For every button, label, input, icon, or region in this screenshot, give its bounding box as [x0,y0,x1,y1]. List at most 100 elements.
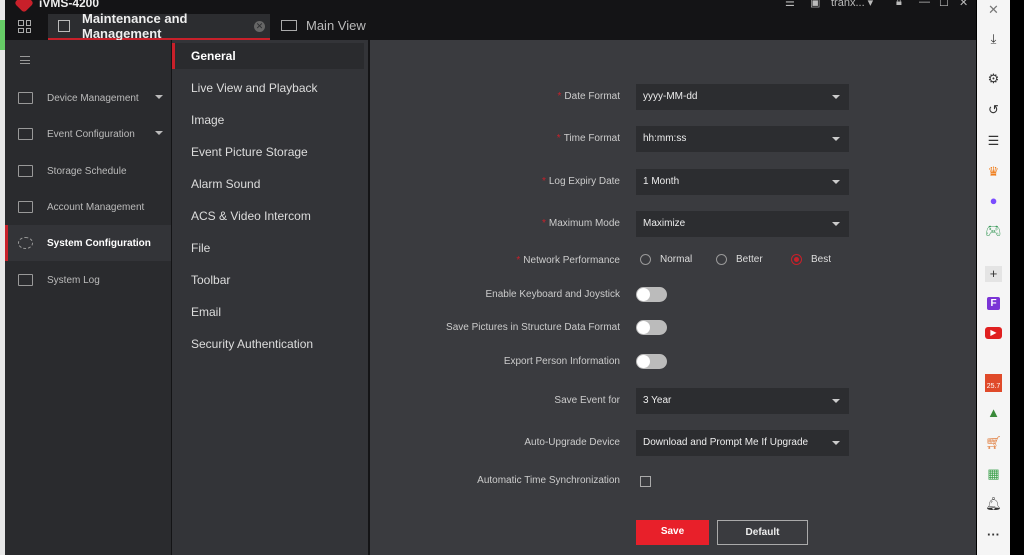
sidebar-item-storage-schedule[interactable]: Storage Schedule [5,153,171,189]
messenger-icon[interactable]: ● [985,193,1002,209]
submenu-item-toolbar[interactable]: Toolbar [172,267,364,293]
sale-icon[interactable]: 25.7 [985,374,1002,392]
list-icon[interactable]: ☰ [985,133,1002,149]
auto-upgrade-row: Auto-Upgrade Device Download and Prompt M… [370,430,976,456]
time-format-row: * Time Format hh:mm:ss [370,126,976,152]
app-window: iVMS-4200 ☰ ▣ tranx... ▾ 🔒︎ — ☐ ✕ Mainte… [5,0,976,555]
log-icon [18,274,33,286]
grid-menu-icon[interactable] [18,20,31,33]
time-sync-row: Automatic Time Synchronization [370,468,976,494]
submenu-item-general[interactable]: General [172,43,364,69]
sidebar-item-system-log[interactable]: System Log [5,262,171,298]
field-label: * Date Format [557,91,620,102]
main-view-icon [281,20,297,31]
menu-list-icon[interactable]: ☰ [785,0,795,9]
field-label: Auto-Upgrade Device [524,437,620,448]
cart-icon[interactable]: 🛒︎ [985,435,1002,451]
submenu-item-event-picture-storage[interactable]: Event Picture Storage [172,139,364,165]
field-label: * Time Format [556,133,620,144]
browser-edge-bar: ✕ ⤓ ⚙ ↺ ☰ ♛ ● 🎮︎ + F ▶ 25.7 ▲ 🛒︎ ▦ 🔔︎ ··… [977,0,1010,555]
f-icon[interactable]: F [987,297,1000,310]
sidebar-item-event-configuration[interactable]: Event Configuration [5,116,171,152]
download-icon[interactable]: ⤓ [985,31,1002,47]
field-label: Enable Keyboard and Joystick [485,289,620,300]
time-format-select[interactable]: hh:mm:ss [636,126,849,152]
sidebar-item-system-configuration[interactable]: System Configuration [5,225,171,261]
youtube-icon[interactable]: ▶ [985,327,1002,339]
sidebar-item-device-management[interactable]: Device Management [5,80,171,116]
sidebar-item-label: System Configuration [47,237,151,249]
maintenance-icon [58,20,70,32]
submenu: General Live View and Playback Image Eve… [172,40,368,555]
settings-panel: * Date Format yyyy-MM-dd * Time Format hh:mm… [370,40,976,555]
save-event-select[interactable]: 3 Year [636,388,849,414]
lock-icon[interactable]: 🔒︎ [896,0,902,9]
submenu-item-alarm-sound[interactable]: Alarm Sound [172,171,364,197]
sheet-icon[interactable]: ▦ [985,466,1002,482]
more-icon[interactable]: ··· [985,527,1002,543]
save-button[interactable]: Save [636,520,709,545]
auto-upgrade-select[interactable]: Download and Prompt Me If Upgrade [636,430,849,456]
chevron-down-icon [155,95,163,103]
tab-label: Main View [306,18,366,33]
submenu-item-security[interactable]: Security Authentication [172,331,364,357]
game-icon[interactable]: 🎮︎ [985,223,1002,239]
log-expiry-row: * Log Expiry Date 1 Month [370,169,976,195]
tab-maintenance[interactable]: Maintenance and Management ✕ [48,11,270,41]
app-title: iVMS-4200 [39,0,100,10]
close-icon[interactable]: ✕ [985,2,1002,18]
radio-best[interactable]: Best [791,254,831,265]
field-label: Save Pictures in Structure Data Format [446,322,620,333]
structure-toggle[interactable] [636,320,667,335]
minimize-button[interactable]: — [919,0,930,8]
image-icon[interactable]: ▣ [810,0,820,9]
storage-icon [18,165,33,177]
sidebar-item-label: Event Configuration [47,128,135,140]
structure-row: Save Pictures in Structure Data Format [370,315,976,341]
radio-normal[interactable]: Normal [640,254,692,265]
crown-icon[interactable]: ♛ [985,164,1002,180]
submenu-item-email[interactable]: Email [172,299,364,325]
sidebar-item-label: Device Management [47,92,139,104]
radio-better[interactable]: Better [716,254,763,265]
export-person-row: Export Person Information [370,349,976,375]
gear-icon[interactable]: ⚙ [985,71,1002,87]
bell-icon[interactable]: 🔔︎ [985,496,1002,512]
maximum-mode-select[interactable]: Maximize [636,211,849,237]
device-icon [18,92,33,104]
submenu-item-image[interactable]: Image [172,107,364,133]
sidebar-item-label: Account Management [47,201,145,213]
field-label: Export Person Information [503,356,620,367]
save-event-row: Save Event for 3 Year [370,388,976,414]
gear-icon [18,237,33,249]
user-icon [18,201,33,213]
tab-main-view[interactable]: Main View [281,18,366,33]
submenu-item-acs[interactable]: ACS & Video Intercom [172,203,364,229]
user-menu[interactable]: tranx... ▾ [831,0,873,9]
maximize-button[interactable]: ☐ [939,0,949,9]
close-tab-icon[interactable]: ✕ [254,20,265,32]
time-sync-checkbox[interactable] [640,476,651,487]
sidebar-item-account-management[interactable]: Account Management [5,189,171,225]
submenu-item-live-view[interactable]: Live View and Playback [172,75,364,101]
date-format-select[interactable]: yyyy-MM-dd [636,84,849,110]
app-logo [14,0,34,13]
field-label: Automatic Time Synchronization [477,475,620,486]
close-button[interactable]: ✕ [959,0,968,9]
tab-bar: Maintenance and Management ✕ Main View [5,11,976,41]
tab-label: Maintenance and Management [82,11,188,41]
chevron-down-icon [155,131,163,139]
sidebar-item-label: System Log [47,274,100,286]
submenu-item-file[interactable]: File [172,235,364,261]
keyboard-row: Enable Keyboard and Joystick [370,282,976,308]
hat-icon[interactable]: ▲ [985,405,1002,421]
history-icon[interactable]: ↺ [985,102,1002,118]
default-button[interactable]: Default [717,520,808,545]
field-label: * Log Expiry Date [541,176,620,187]
plus-icon[interactable]: + [985,266,1002,282]
field-label: * Network Performance [516,255,620,266]
export-person-toggle[interactable] [636,354,667,369]
log-expiry-select[interactable]: 1 Month [636,169,849,195]
hamburger-icon[interactable] [20,56,30,64]
keyboard-toggle[interactable] [636,287,667,302]
